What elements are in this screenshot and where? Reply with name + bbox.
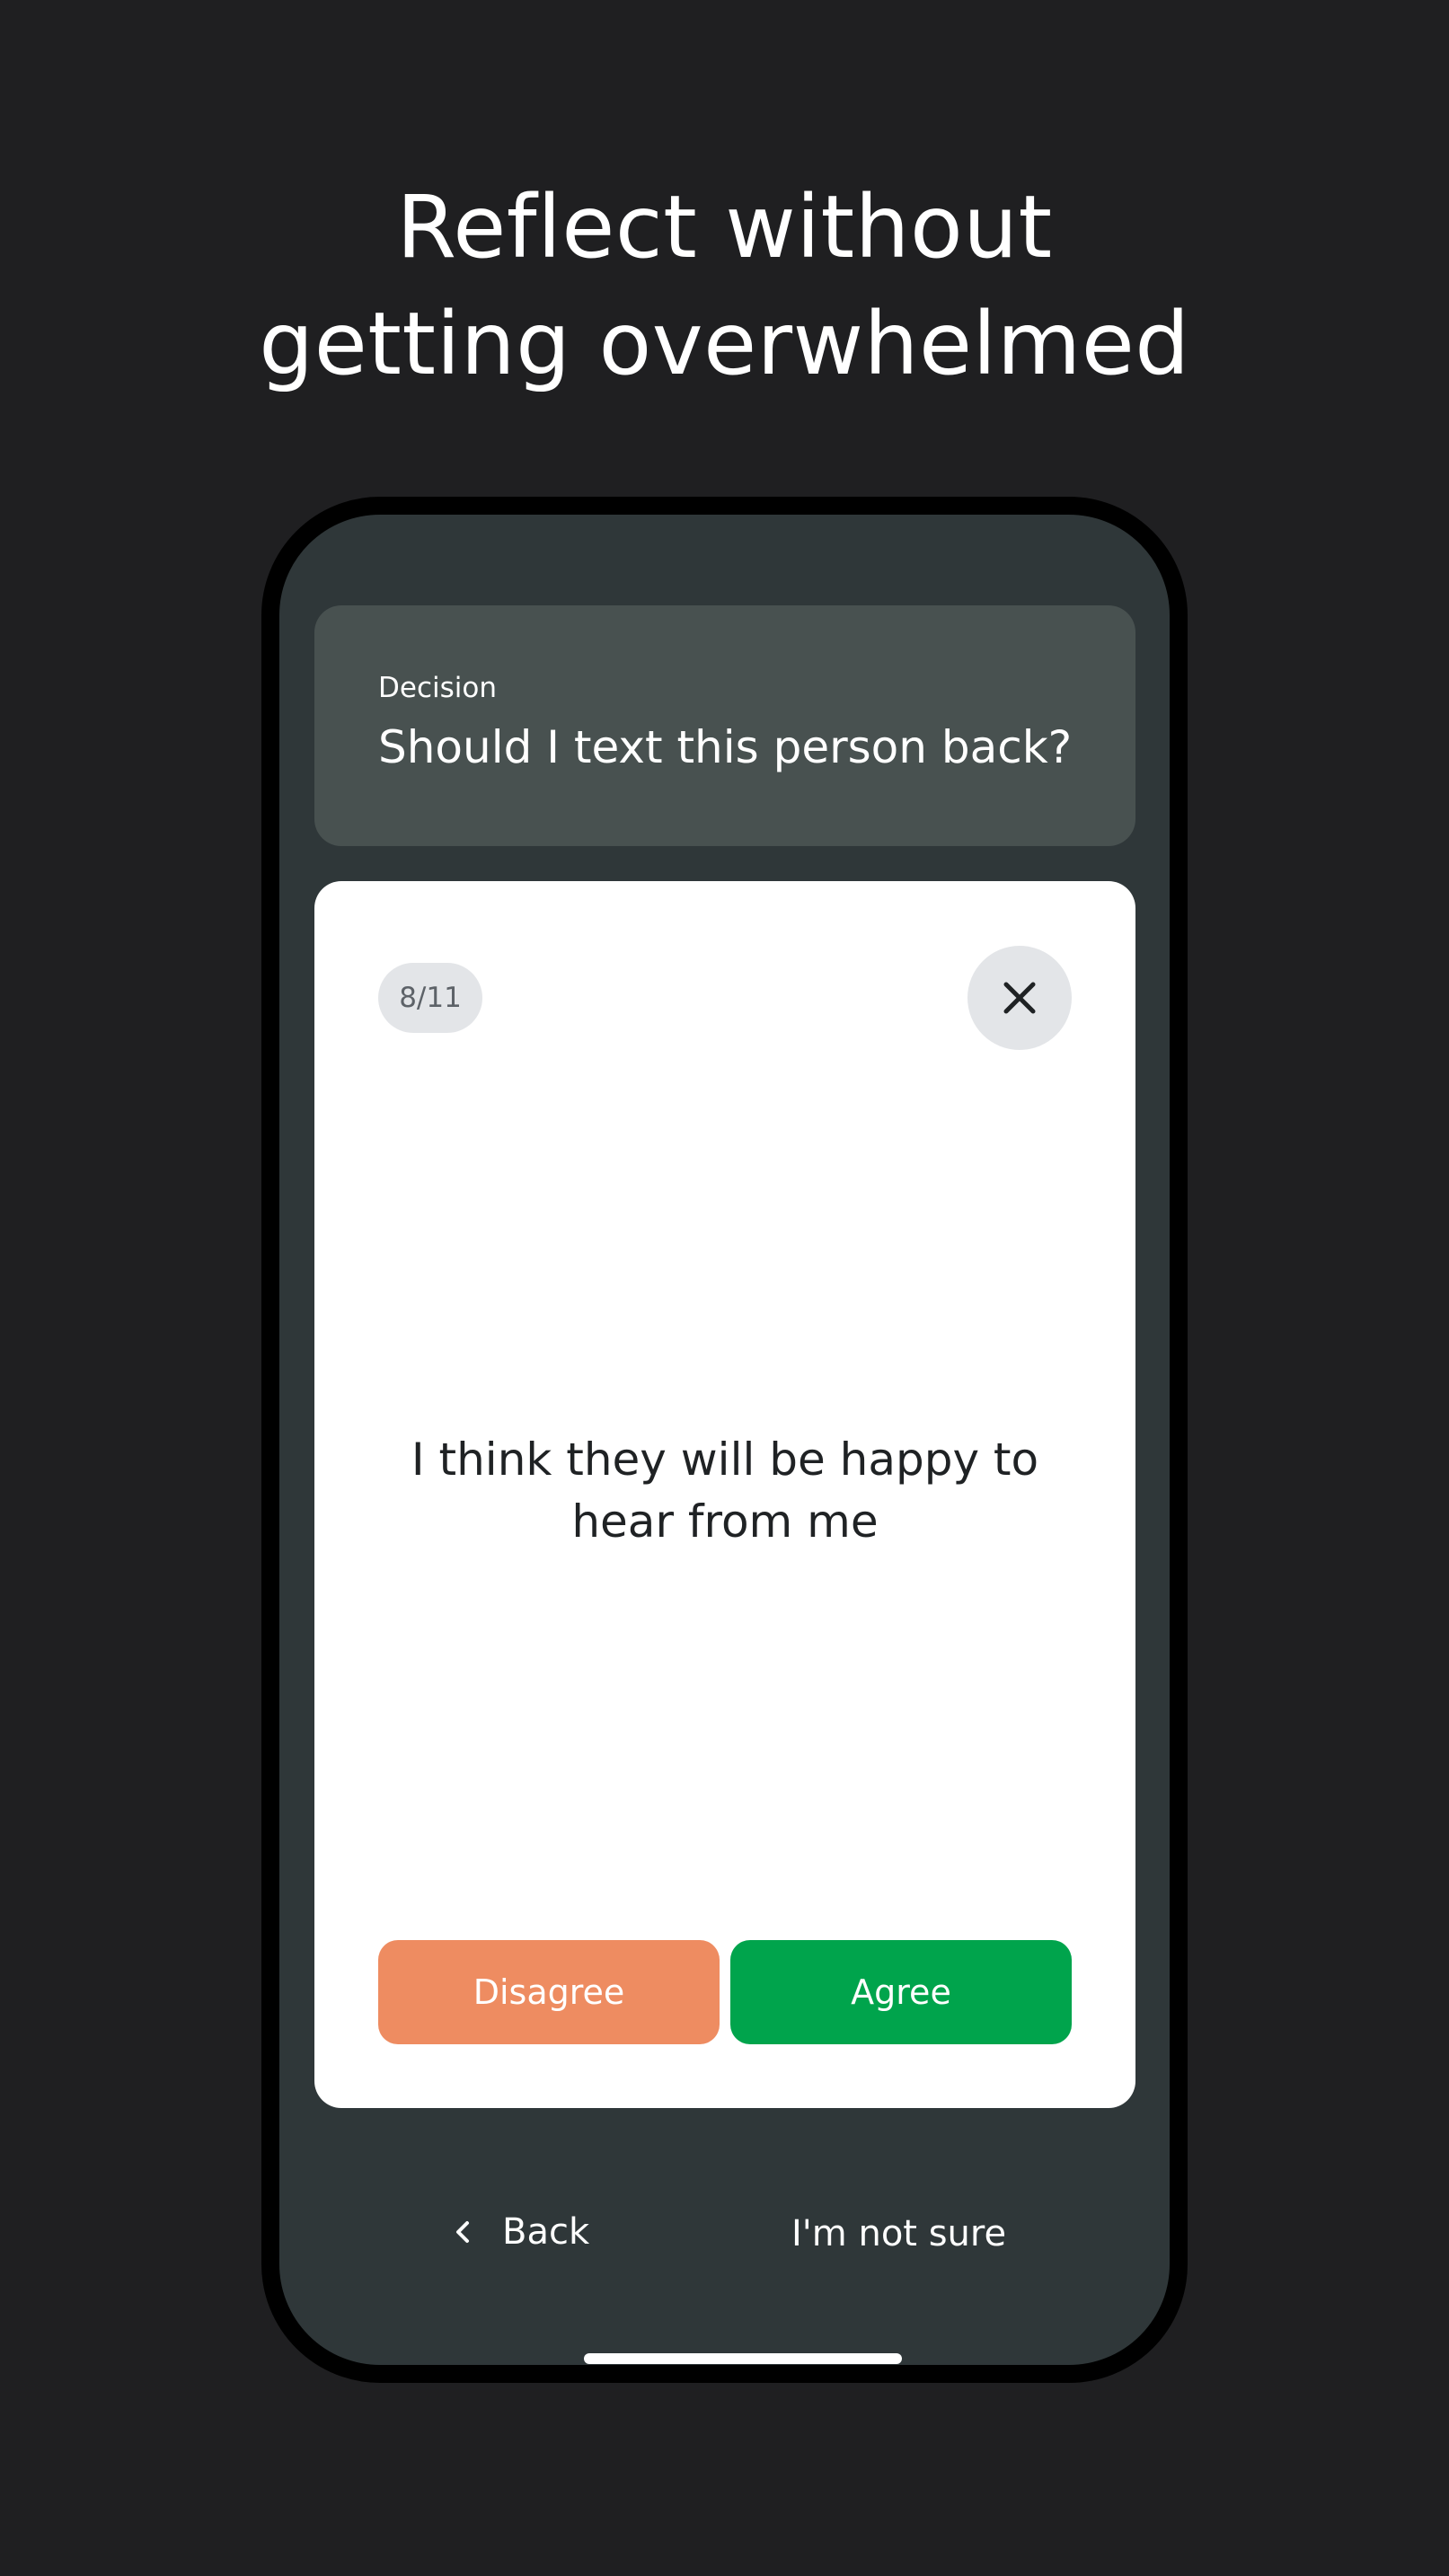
close-button[interactable]	[967, 946, 1072, 1050]
statement-card: 8/11 I think they will be happy to hear …	[314, 881, 1135, 2108]
not-sure-button[interactable]: I'm not sure	[791, 2207, 1006, 2261]
decision-label: Decision	[378, 672, 497, 704]
chevron-left-icon	[456, 2221, 469, 2243]
promo-headline: Reflect without getting overwhelmed	[0, 169, 1449, 402]
home-indicator[interactable]	[584, 2353, 902, 2364]
progress-counter: 8/11	[378, 963, 482, 1033]
back-label: Back	[502, 2211, 590, 2253]
close-icon	[1003, 982, 1036, 1014]
headline-line-1: Reflect without	[396, 177, 1053, 278]
decision-question: Should I text this person back?	[378, 721, 1073, 773]
disagree-button[interactable]: Disagree	[378, 1940, 720, 2044]
agree-button[interactable]: Agree	[730, 1940, 1072, 2044]
statement-text: I think they will be happy to hear from …	[411, 1434, 1039, 1548]
headline-line-2: getting overwhelmed	[259, 294, 1190, 394]
decision-card: Decision Should I text this person back?	[314, 605, 1135, 846]
phone-frame: Decision Should I text this person back?…	[261, 497, 1188, 2383]
